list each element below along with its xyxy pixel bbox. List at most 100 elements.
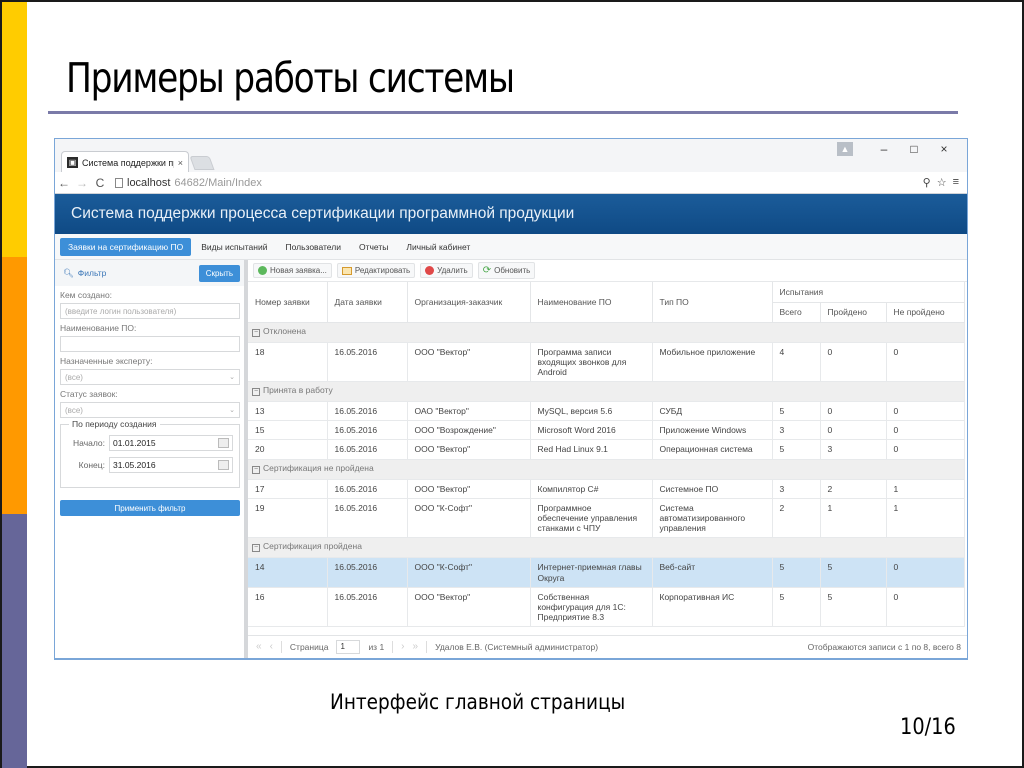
group-row[interactable]: − Принята в работу xyxy=(248,381,965,403)
minimize-button[interactable]: – xyxy=(871,142,897,156)
new-tab-button[interactable] xyxy=(189,156,215,170)
prev-page-icon[interactable]: ‹ xyxy=(270,641,273,652)
column-header-passed[interactable]: Пройдено xyxy=(820,302,887,323)
collapse-group-icon[interactable]: − xyxy=(252,544,260,553)
table-row[interactable]: 18 16.05.2016 ООО "Вектор" Программа записи… xyxy=(248,342,965,383)
refresh-button[interactable]: ⟳ Обновить xyxy=(477,262,536,279)
refresh-icon: ⟳ xyxy=(482,265,492,276)
tab-close-icon[interactable]: × xyxy=(178,158,183,168)
column-header-number[interactable]: Номер заявки xyxy=(248,282,328,323)
cell-number: 19 xyxy=(248,498,328,539)
start-date-input[interactable]: 01.01.2015 xyxy=(109,435,233,451)
cell-passed: 5 xyxy=(820,587,887,628)
title-divider xyxy=(48,111,958,114)
key-icon[interactable]: ⚲ xyxy=(923,176,931,189)
table-row[interactable]: 13 16.05.2016 ОАО "Вектор" MySQL, версия 5.… xyxy=(248,401,965,422)
pager-divider xyxy=(280,640,282,653)
hide-filter-button[interactable]: Скрыть xyxy=(198,264,240,282)
first-page-icon[interactable]: « xyxy=(256,641,262,652)
next-page-icon[interactable]: › xyxy=(401,641,404,652)
slide: Примеры работы системы ▣ Система поддерж… xyxy=(0,0,1024,768)
user-profile-icon[interactable]: ▲ xyxy=(837,142,853,156)
cell-number: 14 xyxy=(248,557,328,588)
software-name-label: Наименование ПО: xyxy=(60,323,137,333)
apply-filter-button[interactable]: Применить фильтр xyxy=(60,500,240,516)
group-cell: − Сертификация пройдена xyxy=(248,537,965,559)
collapse-group-icon[interactable]: − xyxy=(252,465,260,474)
tab-title: Система поддержки про xyxy=(82,157,174,168)
table-row[interactable]: 16 16.05.2016 ООО "Вектор" Собственная конф… xyxy=(248,587,965,628)
cell-number: 17 xyxy=(248,479,328,499)
column-header-failed[interactable]: Не пройдено xyxy=(886,302,965,323)
maximize-button[interactable]: □ xyxy=(901,142,927,156)
browser-tab[interactable]: ▣ Система поддержки про × xyxy=(61,151,189,173)
nav-item-requests[interactable]: Заявки на сертификацию ПО xyxy=(60,237,192,256)
cell-failed: 0 xyxy=(886,420,965,441)
expert-select[interactable]: (все) ⌄ xyxy=(60,369,240,385)
calendar-icon[interactable] xyxy=(218,460,229,470)
table-row[interactable]: 20 16.05.2016 ООО "Вектор" Red Had Linux 9.… xyxy=(248,439,965,460)
cell-passed: 0 xyxy=(820,420,887,441)
records-info: Отображаются записи с 1 по 8, всего 8 xyxy=(807,642,961,652)
pager-divider xyxy=(426,640,428,653)
delete-button[interactable]: Удалить xyxy=(420,263,473,278)
grid-toolbar: Новая заявка... Редактировать Удалить ⟳ О… xyxy=(248,260,967,282)
bookmark-star-icon[interactable]: ☆ xyxy=(937,176,947,189)
table-row[interactable]: 17 16.05.2016 ООО "Вектор" Компилятор C# Сис… xyxy=(248,479,965,499)
collapse-group-icon[interactable]: − xyxy=(252,328,260,337)
group-row[interactable]: − Сертификация пройдена xyxy=(248,537,965,559)
start-date-value: 01.01.2015 xyxy=(113,438,156,448)
cell-total: 5 xyxy=(772,439,821,460)
column-header-date[interactable]: Дата заявки xyxy=(327,282,408,323)
cell-date: 16.05.2016 xyxy=(327,479,408,499)
table-row[interactable]: 19 16.05.2016 ООО "К-Софт" Программное обес… xyxy=(248,498,965,539)
group-row[interactable]: − Отклонена xyxy=(248,322,965,343)
page-input[interactable]: 1 xyxy=(336,639,361,654)
cell-passed: 2 xyxy=(820,479,887,499)
new-request-button[interactable]: Новая заявка... xyxy=(253,263,332,278)
back-icon[interactable]: ← xyxy=(55,176,73,190)
cell-org: ООО "Вектор" xyxy=(407,342,531,383)
column-header-tests: Испытания xyxy=(772,282,965,303)
software-name-input[interactable] xyxy=(60,336,240,352)
forward-icon[interactable]: → xyxy=(73,176,91,190)
table-row[interactable]: 14 16.05.2016 ООО "К-Софт" Интернет-приемна… xyxy=(248,557,965,588)
end-date-input[interactable]: 31.05.2016 xyxy=(109,457,233,473)
created-by-input[interactable]: (введите логин пользователя) xyxy=(60,303,240,319)
nav-item-reports[interactable]: Отчеты xyxy=(351,238,396,256)
cell-number: 16 xyxy=(248,587,328,628)
slide-title: Примеры работы системы xyxy=(66,54,515,102)
calendar-icon[interactable] xyxy=(218,438,229,448)
status-select[interactable]: (все) ⌄ xyxy=(60,402,240,418)
column-header-name[interactable]: Наименование ПО xyxy=(530,282,653,323)
nav-item-users[interactable]: Пользователи xyxy=(277,238,348,256)
expert-label: Назначенные эксперту: xyxy=(60,356,153,366)
cell-name: Компилятор C# xyxy=(530,479,653,499)
nav-item-account[interactable]: Личный кабинет xyxy=(398,238,478,256)
column-header-org[interactable]: Организация-заказчик xyxy=(407,282,531,323)
nav-item-test-types[interactable]: Виды испытаний xyxy=(193,238,275,256)
column-header-type[interactable]: Тип ПО xyxy=(652,282,773,323)
cell-org: ООО "К-Софт" xyxy=(407,498,531,539)
close-window-button[interactable]: × xyxy=(931,142,957,156)
collapse-group-icon[interactable]: − xyxy=(252,388,260,397)
menu-icon[interactable]: ≡ xyxy=(953,176,959,189)
edit-button[interactable]: Редактировать xyxy=(336,263,416,278)
address-input[interactable]: localhost 64682/Main/Index xyxy=(115,177,917,189)
reload-icon[interactable]: C xyxy=(91,176,109,190)
cell-name: Microsoft Word 2016 xyxy=(530,420,653,441)
cell-date: 16.05.2016 xyxy=(327,557,408,588)
accent-strip-yellow xyxy=(2,2,27,257)
edit-label: Редактировать xyxy=(354,266,411,275)
cell-type: СУБД xyxy=(652,401,773,422)
window-bottom-border xyxy=(55,658,967,659)
last-page-icon[interactable]: » xyxy=(413,641,419,652)
group-cell: − Отклонена xyxy=(248,322,965,343)
column-header-total[interactable]: Всего xyxy=(772,302,821,323)
cell-total: 2 xyxy=(772,498,821,539)
end-date-value: 31.05.2016 xyxy=(113,460,156,470)
add-icon xyxy=(258,266,267,275)
table-row[interactable]: 15 16.05.2016 ООО "Возрождение" Microsoft W… xyxy=(248,420,965,441)
group-row[interactable]: − Сертификация не пройдена xyxy=(248,459,965,480)
slide-page-number: 10/16 xyxy=(900,715,956,740)
